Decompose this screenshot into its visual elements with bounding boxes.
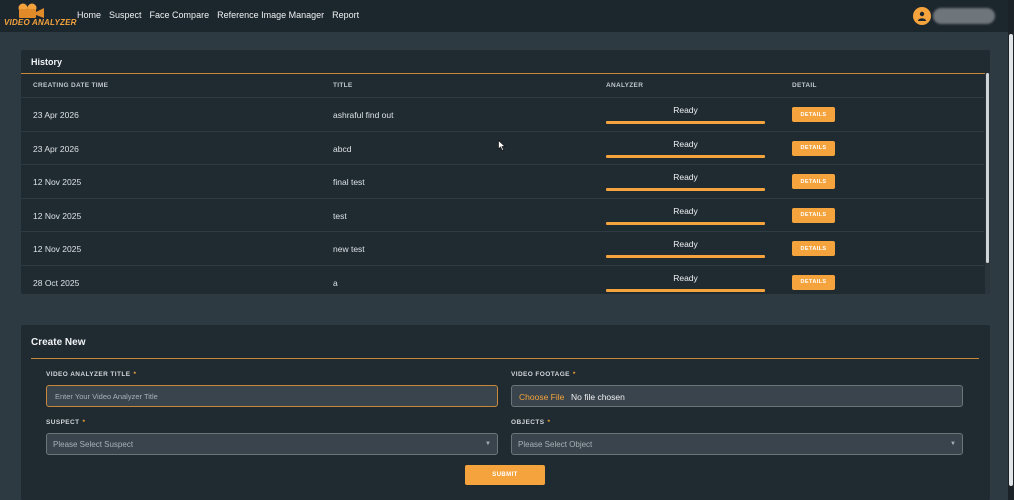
status-label: Ready (673, 172, 698, 182)
user-name-redacted[interactable] (933, 8, 995, 24)
status-label: Ready (673, 272, 698, 283)
history-scrollbar[interactable] (985, 73, 990, 294)
video-analyzer-title-input[interactable] (47, 386, 497, 407)
column-header-detail: DETAIL (792, 82, 817, 89)
column-header-analyzer: ANALYZER (606, 82, 644, 89)
suspect-select-placeholder: Please Select Suspect (53, 440, 134, 449)
title-field-label: VIDEO ANALYZER TITLE * (46, 371, 136, 378)
table-row: 23 Apr 2026 ashraful find out Ready DETA… (21, 97, 984, 131)
mouse-cursor-icon (498, 140, 506, 151)
status-label: Ready (673, 205, 698, 216)
status-progress-bar (606, 221, 765, 225)
row-date: 12 Nov 2025 (33, 244, 82, 254)
table-row: 28 Oct 2025 a Ready DETAILS (21, 264, 984, 295)
required-marker: * (82, 419, 86, 426)
user-icon (918, 11, 926, 21)
row-date: 23 Apr 2026 (33, 143, 79, 154)
objects-select-placeholder: Please Select Object (518, 440, 593, 449)
logo-text: VIDEO ANALYZER (4, 18, 77, 27)
create-divider (31, 358, 979, 359)
details-button[interactable]: DETAILS (792, 140, 835, 156)
create-new-panel: Create New VIDEO ANALYZER TITLE* VIDEO F… (21, 325, 990, 500)
required-marker: * (133, 371, 137, 378)
analyzer-status: Ready (606, 206, 765, 225)
status-progress-bar (606, 121, 765, 124)
history-title: History (31, 57, 63, 67)
nav-suspect[interactable]: Suspect (109, 10, 142, 20)
footage-field-label: VIDEO FOOTAGE * (511, 371, 576, 378)
required-marker: * (547, 419, 551, 426)
history-divider (21, 73, 990, 74)
column-header-date: CREATING DATE TIME (33, 82, 109, 89)
file-status: No file chosen (571, 392, 625, 402)
status-label: Ready (673, 105, 698, 115)
chevron-down-icon: ▼ (950, 441, 956, 447)
create-new-title: Create New (31, 337, 86, 348)
nav-home[interactable]: Home (77, 10, 101, 20)
choose-file-button[interactable]: Choose File (519, 392, 564, 402)
status-label: Ready (673, 239, 698, 249)
title-field-label-text: VIDEO ANALYZER TITLE (46, 371, 131, 378)
objects-field-label: OBJECTS * (511, 419, 550, 426)
status-label: Ready (673, 138, 698, 149)
page-scrollbar[interactable] (1008, 0, 1014, 500)
objects-select[interactable]: Please Select Object ▼ (511, 433, 963, 455)
analyzer-status: Ready (606, 139, 765, 158)
row-date: 23 Apr 2026 (33, 110, 79, 120)
row-date: 12 Nov 2025 (33, 210, 82, 221)
details-button[interactable]: DETAILS (792, 174, 835, 189)
analyzer-status: Ready (606, 273, 765, 292)
details-button[interactable]: DETAILS (792, 107, 835, 122)
status-progress-bar (606, 188, 765, 191)
top-navbar: VIDEO ANALYZER Home Suspect Face Compare… (0, 0, 1014, 32)
row-title: ashraful find out (333, 110, 394, 120)
suspect-select[interactable]: Please Select Suspect ▼ (46, 433, 498, 455)
nav-report[interactable]: Report (332, 10, 359, 20)
main-nav: Home Suspect Face Compare Reference Imag… (77, 10, 367, 20)
row-title: a (333, 277, 338, 288)
row-title: new test (333, 244, 365, 254)
row-title: final test (333, 177, 365, 187)
history-scrollbar-thumb[interactable] (986, 73, 989, 263)
row-date: 28 Oct 2025 (33, 277, 80, 288)
status-progress-bar (606, 255, 765, 258)
suspect-field-label-text: SUSPECT (46, 419, 80, 426)
details-button[interactable]: DETAILS (792, 207, 835, 223)
row-date: 12 Nov 2025 (33, 177, 82, 187)
table-row: 12 Nov 2025 test Ready DETAILS (21, 197, 984, 232)
chevron-down-icon: ▼ (485, 441, 491, 447)
nav-face-compare[interactable]: Face Compare (150, 10, 210, 20)
submit-button[interactable]: SUBMIT (465, 465, 545, 485)
column-header-title: TITLE (333, 82, 353, 89)
analyzer-status: Ready (606, 105, 765, 124)
user-avatar[interactable] (913, 7, 931, 25)
app-logo[interactable]: VIDEO ANALYZER (4, 3, 77, 29)
video-camera-icon (18, 3, 44, 18)
analyzer-status: Ready (606, 239, 765, 258)
history-panel: History CREATING DATE TIME TITLE ANALYZE… (21, 50, 990, 294)
video-footage-file-input[interactable]: Choose File No file chosen (511, 385, 963, 407)
page-scrollbar-thumb[interactable] (1009, 34, 1013, 486)
status-progress-bar (606, 154, 765, 158)
title-input-wrapper (46, 385, 498, 407)
details-button[interactable]: DETAILS (792, 241, 835, 256)
status-progress-bar (606, 288, 765, 292)
table-row: 12 Nov 2025 new test Ready DETAILS (21, 231, 984, 265)
nav-reference-image-manager[interactable]: Reference Image Manager (217, 10, 324, 20)
details-button[interactable]: DETAILS (792, 274, 835, 290)
analyzer-status: Ready (606, 172, 765, 191)
history-table-body: 23 Apr 2026 ashraful find out Ready DETA… (21, 97, 984, 294)
suspect-field-label: SUSPECT * (46, 419, 85, 426)
table-row: 12 Nov 2025 final test Ready DETAILS (21, 164, 984, 198)
row-title: abcd (333, 143, 352, 154)
objects-field-label-text: OBJECTS (511, 419, 545, 426)
footage-field-label-text: VIDEO FOOTAGE (511, 371, 570, 378)
row-title: test (333, 210, 347, 221)
required-marker: * (572, 371, 576, 378)
